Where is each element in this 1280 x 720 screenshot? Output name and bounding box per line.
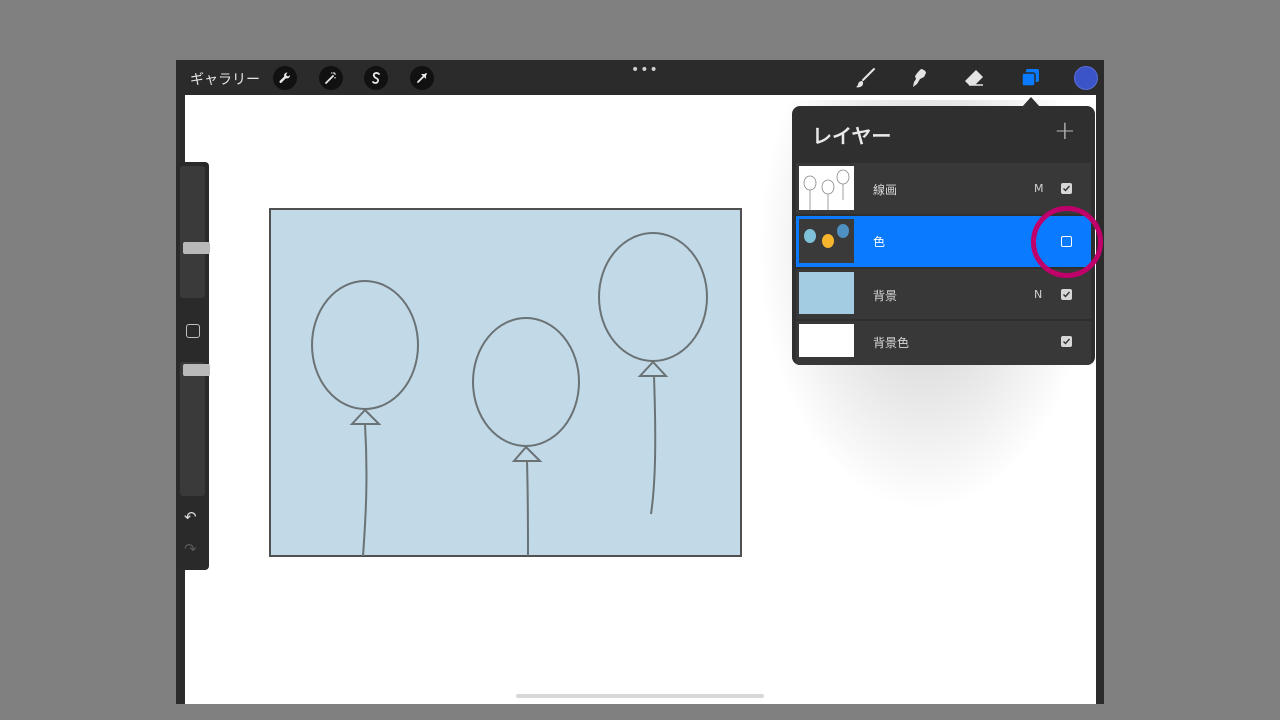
modify-button[interactable] — [186, 324, 200, 338]
layer-name: 色 — [873, 235, 886, 249]
artwork-background — [269, 208, 742, 557]
layer-row-lineart[interactable]: 線画 M — [796, 163, 1091, 214]
visibility-checkbox[interactable] — [1061, 336, 1072, 347]
color-picker-swatch[interactable] — [1074, 66, 1098, 90]
layer-name: 背景 — [873, 289, 898, 303]
layer-thumbnail — [799, 219, 854, 263]
visibility-checkbox[interactable] — [1061, 289, 1072, 300]
brush-size-thumb[interactable] — [183, 242, 210, 254]
procreate-app: ギャラリー ••• ↶ ↷ レイヤー + 線画 M 色 背景 N 背景色 — [176, 60, 1104, 704]
visibility-checkbox[interactable] — [1061, 183, 1072, 194]
transform-icon[interactable] — [410, 66, 434, 90]
layer-thumbnail — [799, 166, 854, 210]
eraser-icon[interactable] — [960, 64, 988, 92]
wrench-icon[interactable] — [273, 66, 297, 90]
brush-icon[interactable] — [851, 64, 879, 92]
brush-size-slider[interactable] — [180, 166, 210, 298]
smudge-icon[interactable] — [905, 64, 933, 92]
highlight-ring — [1031, 206, 1103, 278]
gallery-button[interactable]: ギャラリー — [190, 69, 260, 89]
layer-thumbnail — [799, 272, 854, 314]
layers-panel-title: レイヤー — [812, 124, 892, 148]
selection-icon[interactable] — [364, 66, 388, 90]
layer-name: 背景色 — [873, 336, 910, 350]
blend-mode-label[interactable]: M — [1034, 182, 1044, 195]
layer-row-background[interactable]: 背景 N — [796, 269, 1091, 319]
magic-wand-icon[interactable] — [319, 66, 343, 90]
more-options-icon[interactable]: ••• — [631, 62, 659, 78]
top-toolbar: ギャラリー ••• — [176, 60, 1104, 95]
left-sidebar: ↶ ↷ — [176, 162, 210, 570]
undo-icon[interactable]: ↶ — [184, 508, 197, 526]
opacity-thumb[interactable] — [183, 364, 210, 376]
layers-icon[interactable] — [1016, 64, 1044, 92]
home-indicator — [516, 694, 764, 698]
redo-icon[interactable]: ↷ — [184, 540, 197, 558]
blend-mode-label[interactable]: N — [1034, 288, 1042, 301]
add-layer-button[interactable]: + — [1054, 116, 1076, 146]
layer-thumbnail — [799, 324, 854, 357]
layer-name: 線画 — [873, 183, 898, 197]
layer-row-background-color[interactable]: 背景色 — [796, 321, 1091, 365]
opacity-slider[interactable] — [180, 362, 210, 496]
